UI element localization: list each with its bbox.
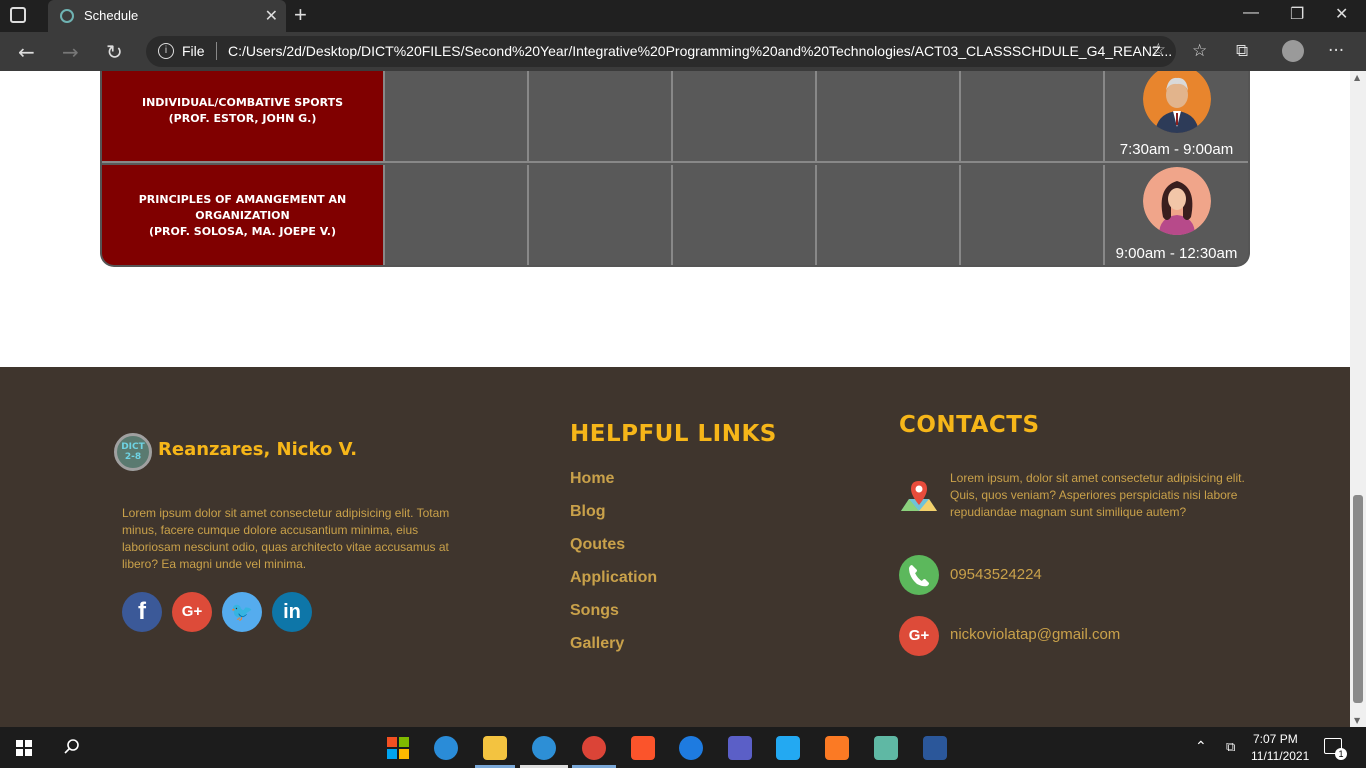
link-gallery[interactable]: Gallery	[570, 635, 624, 653]
scrollbar[interactable]: ▲ ▼	[1350, 71, 1366, 727]
teams-icon[interactable]	[728, 736, 752, 760]
collections-icon[interactable]: ⧉	[1236, 41, 1248, 61]
tab-title: Schedule	[84, 8, 139, 23]
word-icon[interactable]	[923, 736, 947, 760]
subject-name-cont: ORGANIZATION	[195, 209, 290, 222]
address-text: Lorem ipsum, dolor sit amet consectetur …	[950, 471, 1245, 519]
brand-name: Reanzares, Nicko V.	[158, 439, 358, 460]
twitter-icon[interactable]: 🐦	[222, 592, 262, 632]
info-icon[interactable]: i	[158, 43, 174, 59]
day-cell	[961, 71, 1105, 161]
class-time: 9:00am - 12:30am	[1115, 245, 1238, 262]
subject-name: INDIVIDUAL/COMBATIVE SPORTS	[142, 96, 343, 109]
reload-icon[interactable]: ↻	[106, 40, 123, 64]
tab-schedule[interactable]: Schedule ✕	[48, 0, 286, 32]
chrome-icon[interactable]	[582, 736, 606, 760]
email-address[interactable]: nickoviolatap@gmail.com	[950, 626, 1120, 643]
day-cell	[529, 71, 673, 161]
vscode-icon[interactable]	[776, 736, 800, 760]
new-tab-button[interactable]: +	[294, 2, 307, 28]
address-bar: ← → ↻ i File C:/Users/2d/Desktop/DICT%20…	[0, 32, 1366, 71]
brave-browser-icon[interactable]	[631, 736, 655, 760]
male-professor-avatar-icon	[1143, 71, 1211, 133]
maximize-button[interactable]: ❐	[1290, 4, 1304, 24]
clock-date[interactable]: 11/11/2021	[1251, 749, 1309, 763]
scroll-up-icon[interactable]: ▲	[1354, 73, 1360, 82]
file-explorer-icon[interactable]	[483, 736, 507, 760]
windows-taskbar: ⌃ ⧉ 7:07 PM 11/11/2021 1	[0, 727, 1366, 768]
helpful-links-heading: HELPFUL LINKS	[570, 421, 777, 447]
map-pin-icon	[899, 477, 939, 517]
forward-icon[interactable]: →	[62, 40, 79, 64]
favorites-icon[interactable]: ☆	[1192, 41, 1207, 61]
phone-icon	[899, 555, 939, 595]
add-favorite-icon[interactable]: ☆	[1151, 40, 1166, 60]
subject-professor: (PROF. SOLOSA, MA. JOEPE V.)	[148, 225, 337, 238]
footer: DICT 2-8 Reanzares, Nicko V. Lorem ipsum…	[0, 367, 1350, 727]
notification-badge: 1	[1335, 748, 1347, 760]
day-cell	[385, 71, 529, 161]
time-cell: 9:00am - 12:30am	[1105, 165, 1248, 265]
link-songs[interactable]: Songs	[570, 602, 619, 620]
link-qoutes[interactable]: Qoutes	[570, 536, 625, 554]
globe-icon	[60, 9, 74, 23]
tray-chevron-icon[interactable]: ⌃	[1195, 738, 1207, 755]
subject-cell: INDIVIDUAL/COMBATIVE SPORTS (PROF. ESTOR…	[102, 71, 385, 161]
search-icon[interactable]	[63, 738, 81, 756]
table-row: PRINCIPLES OF AMANGEMENT AN ORGANIZATION…	[102, 165, 1248, 265]
firefox-icon[interactable]	[679, 736, 703, 760]
day-cell	[385, 165, 529, 265]
link-application[interactable]: Application	[570, 569, 657, 587]
tab-actions-icon[interactable]	[10, 7, 26, 23]
day-cell	[529, 165, 673, 265]
day-cell	[961, 165, 1105, 265]
time-cell: 7:30am - 9:00am	[1105, 71, 1248, 161]
scroll-down-icon[interactable]: ▼	[1354, 716, 1360, 725]
day-cell	[673, 165, 817, 265]
browser-tab-bar: Schedule ✕ + — ❐ ✕	[0, 0, 1366, 32]
url-text[interactable]: C:/Users/2d/Desktop/DICT%20FILES/Second%…	[228, 43, 1172, 59]
contacts-heading: CONTACTS	[899, 412, 1040, 438]
google-plus-icon[interactable]: G+	[172, 592, 212, 632]
link-home[interactable]: Home	[570, 470, 614, 488]
xampp-icon[interactable]	[825, 736, 849, 760]
page-content: INDIVIDUAL/COMBATIVE SPORTS (PROF. ESTOR…	[0, 71, 1350, 727]
back-icon[interactable]: ←	[18, 40, 35, 64]
minimize-button[interactable]: —	[1243, 4, 1259, 22]
virtualbox-icon[interactable]	[874, 736, 898, 760]
subject-professor: (PROF. ESTOR, JOHN G.)	[168, 112, 317, 125]
more-icon[interactable]: ···	[1328, 41, 1344, 61]
schedule-table: INDIVIDUAL/COMBATIVE SPORTS (PROF. ESTOR…	[100, 71, 1250, 267]
link-blog[interactable]: Blog	[570, 503, 606, 521]
phone-number: 09543524224	[950, 566, 1042, 583]
facebook-icon[interactable]: f	[122, 592, 162, 632]
google-plus-contact-icon: G+	[899, 616, 939, 656]
close-tab-icon[interactable]: ✕	[265, 6, 278, 26]
day-cell	[673, 71, 817, 161]
day-cell	[817, 165, 961, 265]
clock-time[interactable]: 7:07 PM	[1253, 732, 1298, 746]
linkedin-icon[interactable]: in	[272, 592, 312, 632]
sync-app-icon[interactable]	[434, 736, 458, 760]
network-icon[interactable]: ⧉	[1226, 739, 1235, 755]
file-label: File	[182, 43, 205, 59]
url-field[interactable]: i File C:/Users/2d/Desktop/DICT%20FILES/…	[146, 36, 1176, 67]
day-cell	[817, 71, 961, 161]
table-row: INDIVIDUAL/COMBATIVE SPORTS (PROF. ESTOR…	[102, 71, 1248, 163]
profile-avatar[interactable]	[1282, 40, 1304, 62]
windows-start-icon[interactable]	[16, 740, 32, 756]
subject-cell: PRINCIPLES OF AMANGEMENT AN ORGANIZATION…	[102, 165, 385, 265]
female-professor-avatar-icon	[1143, 167, 1211, 235]
class-time: 7:30am - 9:00am	[1119, 141, 1234, 158]
divider	[216, 42, 217, 60]
edge-browser-icon[interactable]	[532, 736, 556, 760]
about-text: Lorem ipsum dolor sit amet consectetur a…	[122, 506, 450, 571]
microsoft-store-icon[interactable]	[386, 736, 410, 760]
scroll-thumb[interactable]	[1353, 495, 1363, 703]
close-window-button[interactable]: ✕	[1335, 4, 1348, 24]
subject-name: PRINCIPLES OF AMANGEMENT AN	[138, 193, 347, 206]
dict-logo: DICT 2-8	[114, 433, 152, 471]
